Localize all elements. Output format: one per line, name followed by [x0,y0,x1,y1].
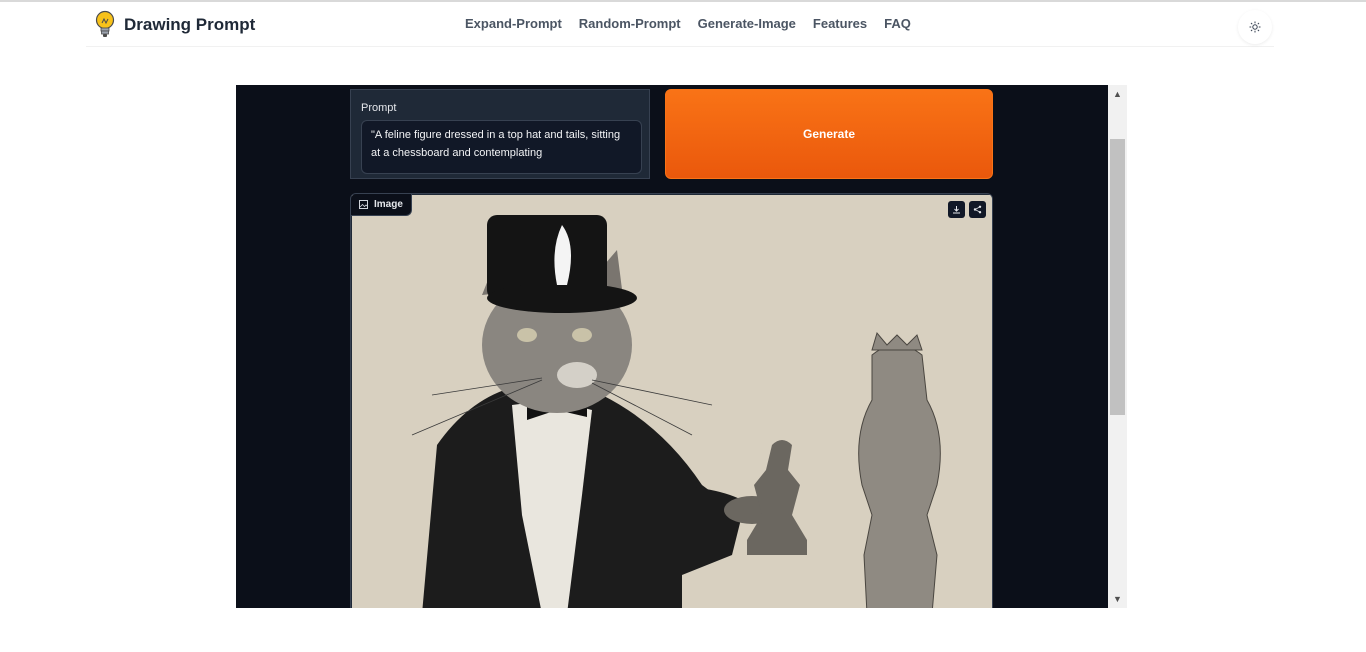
scroll-down-arrow-icon[interactable]: ▼ [1108,590,1127,608]
site-header: Drawing Prompt Expand-Prompt Random-Prom… [86,2,1274,47]
sun-icon [1249,21,1261,33]
cat-chess-illustration [352,195,992,608]
image-label-tab: Image [351,194,412,216]
share-icon [973,205,982,214]
app-iframe: Prompt "A feline figure dressed in a top… [236,85,1108,608]
brand-logo-link[interactable]: Drawing Prompt [94,10,255,40]
nav-expand-prompt[interactable]: Expand-Prompt [465,16,562,31]
image-output-panel: Image [350,193,993,608]
download-icon [953,206,960,214]
nav-faq[interactable]: FAQ [884,16,911,31]
scrollbar-thumb[interactable] [1110,139,1125,415]
nav-generate-image[interactable]: Generate-Image [698,16,796,31]
download-button[interactable] [948,201,965,218]
frame-scrollbar[interactable]: ▲ ▼ [1108,85,1127,608]
generate-button[interactable]: Generate [665,89,993,179]
prompt-block: Prompt "A feline figure dressed in a top… [350,89,650,179]
image-icon [359,200,368,209]
generated-image [352,195,992,608]
image-label-text: Image [374,199,403,210]
scroll-up-arrow-icon[interactable]: ▲ [1108,85,1127,103]
lightbulb-icon [95,10,115,37]
main-nav: Expand-Prompt Random-Prompt Generate-Ima… [465,16,911,31]
prompt-textarea[interactable]: "A feline figure dressed in a top hat an… [361,120,642,174]
image-actions [948,201,986,218]
nav-features[interactable]: Features [813,16,867,31]
prompt-label: Prompt [361,102,397,114]
share-button[interactable] [969,201,986,218]
brand-name: Drawing Prompt [124,15,256,34]
theme-toggle-button[interactable] [1238,10,1272,44]
nav-random-prompt[interactable]: Random-Prompt [579,16,681,31]
